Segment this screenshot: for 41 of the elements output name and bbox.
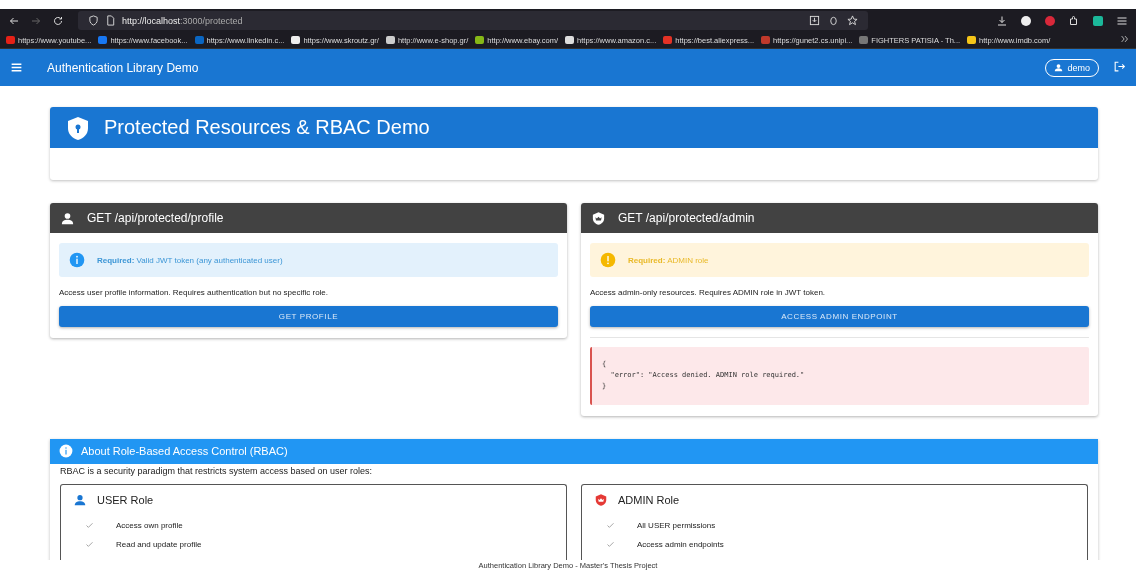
endpoint-title: GET /api/protected/profile (87, 211, 224, 225)
info-icon (59, 444, 73, 459)
alert-text: Required: ADMIN role (628, 255, 709, 265)
role-title: ADMIN Role (618, 493, 680, 506)
permission-text: Read and update profile (116, 539, 202, 549)
endpoint-title: GET /api/protected/admin (618, 211, 755, 225)
menu-icon[interactable] (1116, 14, 1128, 27)
info-icon (69, 252, 85, 268)
url-text: http://localhost:3000/protected (122, 15, 243, 26)
shield-icon (66, 115, 90, 140)
shield-icon (88, 15, 99, 26)
download-icon[interactable] (996, 14, 1008, 27)
request-button[interactable]: ACCESS ADMIN ENDPOINT (590, 306, 1089, 327)
page-icon (105, 15, 116, 26)
endpoint-description: Access user profile information. Requires authentication but no specific role. (59, 288, 330, 297)
alert-text: Required: Valid JWT token (any authenticated user) (97, 255, 283, 265)
extension-icon[interactable] (1020, 14, 1032, 27)
app-title: Authentication Library Demo (47, 60, 199, 75)
logout-icon[interactable] (1113, 59, 1126, 73)
shield-crown-icon (591, 210, 606, 226)
role-title: USER Role (97, 493, 154, 506)
address-bar[interactable]: http://localhost:3000/protected (78, 11, 868, 30)
request-button[interactable]: GET PROFILE (59, 306, 558, 327)
page-title: Protected Resources & RBAC Demo (104, 116, 430, 139)
warning-icon (600, 252, 616, 268)
chevrons-icon[interactable] (1120, 34, 1130, 44)
section-title: About Role-Based Access Control (RBAC) (81, 445, 288, 458)
shield-crown-icon (594, 492, 608, 507)
intro-text: RBAC is a security paradigm that restricts system access based on user roles: (60, 465, 374, 476)
permission-text: All USER permissions (637, 520, 716, 530)
person-icon (60, 210, 75, 226)
star-icon[interactable] (847, 15, 858, 26)
endpoint-description: Access admin-only resources. Requires ADMIN role in JWT token. (590, 288, 827, 297)
menu-icon[interactable] (10, 61, 23, 74)
person-icon (1054, 63, 1064, 72)
person-icon (73, 492, 87, 507)
permission-text: Access own profile (116, 520, 183, 530)
reload-icon[interactable] (52, 14, 64, 27)
permission-text: Access admin endpoints (637, 539, 724, 549)
screenshot-icon[interactable] (809, 15, 820, 26)
extension-icon[interactable] (1092, 14, 1104, 27)
